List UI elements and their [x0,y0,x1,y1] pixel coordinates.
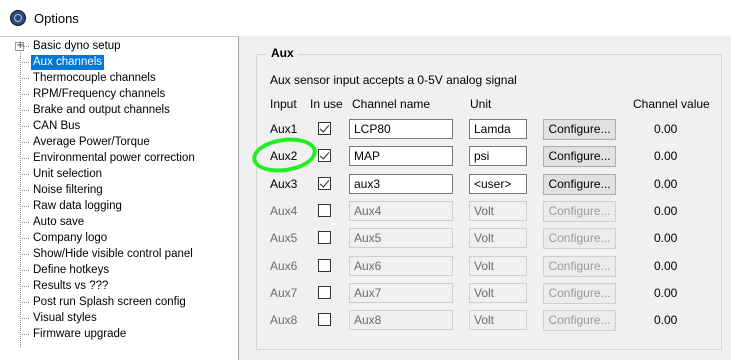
configure-button[interactable]: Configure... [543,173,616,195]
tree-connector [20,174,29,175]
aux-input-label: Aux5 [270,231,298,246]
channel-value: 0.00 [654,258,678,273]
tree-item[interactable]: Basic dyno setup [31,39,123,54]
channel-value: 0.00 [654,285,678,300]
header-input: Input [270,97,297,111]
in-use-checkbox[interactable] [318,231,331,245]
tree-item[interactable]: Thermocouple channels [31,71,158,86]
tree-item[interactable]: Visual styles [31,311,99,326]
tree-item[interactable]: Post run Splash screen config [31,295,188,310]
tree-connector [20,286,29,287]
unit-input: Volt [469,310,527,331]
tree-connector [20,206,29,207]
unit-input[interactable]: <user> [469,173,527,194]
channel-name-input[interactable]: LCP80 [349,119,453,139]
header-unit: Unit [470,97,492,111]
in-use-checkbox[interactable] [318,122,331,135]
tree-connector [20,238,29,239]
options-tree[interactable]: + Basic dyno setup Aux channels Thermocoup… [0,36,239,360]
aux-group-title: Aux [267,46,298,60]
tree-item[interactable]: Auto save [31,215,86,230]
tree-item[interactable]: Company logo [31,231,109,246]
configure-button: Configure... [543,200,616,222]
tree-item[interactable]: Environmental power correction [31,151,197,166]
tree-item[interactable]: Show/Hide visible control panel [31,247,195,262]
tree-connector [20,78,29,79]
header-channel-name: Channel name [352,97,431,111]
tree-item[interactable]: Brake and output channels [31,103,172,118]
checkmark-icon [319,149,330,160]
tree-item[interactable]: Firmware upgrade [31,327,128,342]
tree-item[interactable]: Noise filtering [31,183,105,198]
channel-name-input[interactable]: MAP [349,146,453,167]
aux-input-label: Aux3 [270,176,298,191]
header-in-use: In use [310,97,343,111]
aux-description: Aux sensor input accepts a 0-5V analog s… [270,73,517,87]
tree-connector [20,94,29,95]
channel-name-input: Aux8 [349,310,453,331]
tree-item[interactable]: Aux channels [31,55,105,70]
channel-name-input[interactable]: aux3 [349,173,453,194]
configure-button[interactable]: Configure... [543,146,616,168]
app-icon [10,10,26,26]
configure-button: Configure... [543,228,616,250]
in-use-checkbox[interactable] [318,203,331,217]
channel-value: 0.00 [654,149,678,164]
tree-item[interactable]: Raw data logging [31,199,124,214]
configure-button: Configure... [543,255,616,277]
tree-connector [20,334,29,335]
tree-connector [20,318,29,319]
unit-input[interactable]: psi [469,146,527,167]
tree-connector [20,222,29,223]
channel-value: 0.00 [654,122,678,136]
tree-connector [20,62,29,63]
channel-name-input: Aux7 [349,282,453,303]
tree-connector [20,254,29,255]
header-channel-value: Channel value [633,97,710,111]
tree-item[interactable]: Results vs ??? [31,279,110,294]
unit-input: Volt [469,255,527,276]
in-use-checkbox[interactable] [318,285,331,299]
tree-item[interactable]: RPM/Frequency channels [31,87,167,102]
channel-name-input: Aux4 [349,200,453,221]
configure-button: Configure... [543,310,616,332]
unit-input: Volt [469,282,527,303]
tree-item[interactable]: Define hotkeys [31,263,111,278]
channel-value: 0.00 [654,231,678,246]
unit-input: Volt [469,228,527,249]
in-use-checkbox[interactable] [318,258,331,272]
channel-name-input: Aux6 [349,255,453,276]
aux-input-label: Aux6 [270,258,298,273]
tree-connector [20,158,29,159]
aux-input-label: Aux4 [270,203,298,218]
channel-value: 0.00 [654,203,678,218]
checkmark-icon [319,122,330,133]
checkmark-icon [319,177,330,188]
tree-connector [20,126,29,127]
tree-item[interactable]: Average Power/Torque [31,135,152,150]
title-bar: Options [0,0,731,36]
channel-value: 0.00 [654,313,678,328]
in-use-checkbox[interactable] [318,176,331,190]
tree-connector [20,190,29,191]
window-title: Options [34,11,79,26]
configure-button: Configure... [543,282,616,304]
tree-connector [20,110,29,111]
in-use-checkbox[interactable] [318,313,331,327]
tree-connector [20,142,29,143]
aux-input-label: Aux7 [270,285,298,300]
tree-connector [20,270,29,271]
tree-item[interactable]: Unit selection [31,167,104,182]
channel-name-input: Aux5 [349,228,453,249]
unit-input[interactable]: Lamda [469,119,527,139]
tree-connector [20,46,29,47]
unit-input: Volt [469,200,527,221]
tree-connector [20,302,29,303]
channel-value: 0.00 [654,176,678,191]
tree-item[interactable]: CAN Bus [31,119,82,134]
in-use-checkbox[interactable] [318,149,331,163]
aux-input-label: Aux1 [270,122,298,136]
aux-input-label: Aux8 [270,313,298,328]
configure-button[interactable]: Configure... [543,119,616,140]
